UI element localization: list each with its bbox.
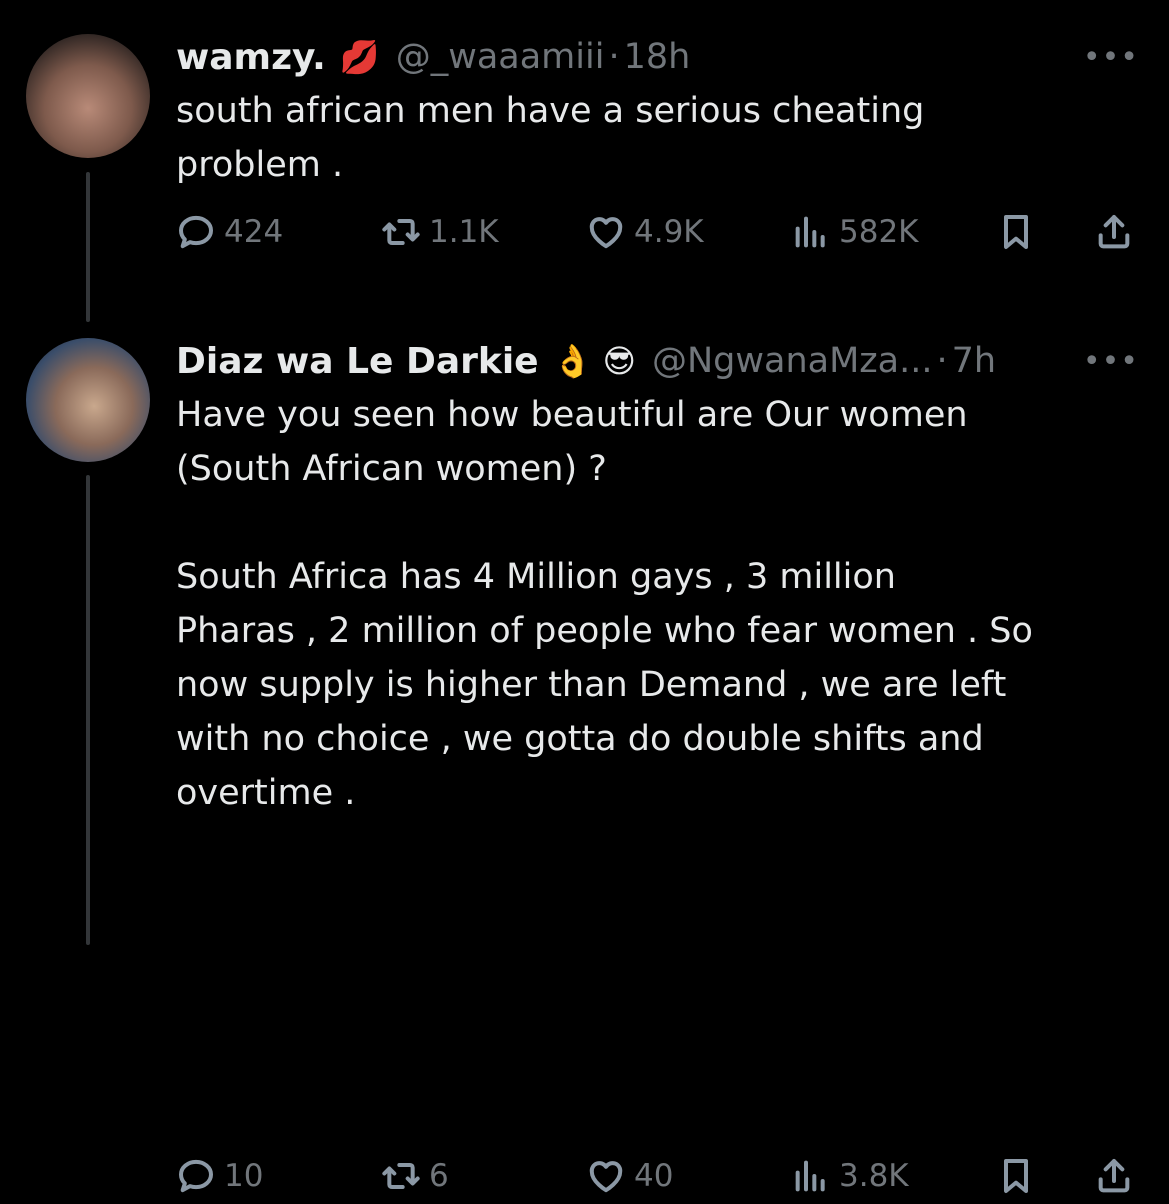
share-icon <box>1098 215 1130 249</box>
retweet-count: 1.1K <box>429 214 499 250</box>
retweet-icon <box>382 1163 420 1189</box>
tweet[interactable]: wamzy. 💋 @_waaamiii · 18h ••• south afri… <box>0 0 1169 322</box>
bookmark-icon <box>1004 215 1028 249</box>
avatar[interactable] <box>26 338 150 462</box>
views-icon <box>795 1160 825 1192</box>
bookmark-button[interactable] <box>996 212 1036 252</box>
thread-line <box>86 475 90 945</box>
like-count: 4.9K <box>634 214 704 250</box>
like-count: 40 <box>634 1158 674 1194</box>
share-icon <box>1098 1159 1130 1193</box>
reply-count: 10 <box>224 1158 264 1194</box>
reply-count: 424 <box>224 214 284 250</box>
separator-dot: · <box>608 37 620 77</box>
retweet-button[interactable]: 6 <box>381 1156 449 1196</box>
display-name[interactable]: wamzy. <box>176 37 326 78</box>
tweet[interactable]: Diaz wa Le Darkie 👌 😎 @NgwanaMza... · 7h… <box>0 320 1169 1194</box>
share-button[interactable] <box>1094 212 1134 252</box>
handle[interactable]: @_waaamiii <box>396 37 605 77</box>
tweet-content: Diaz wa Le Darkie 👌 😎 @NgwanaMza... · 7h… <box>176 334 1139 820</box>
more-options-icon[interactable]: ••• <box>1083 344 1139 379</box>
retweet-count: 6 <box>429 1158 449 1194</box>
share-button[interactable] <box>1094 1156 1134 1196</box>
views-button[interactable]: 582K <box>791 212 919 252</box>
handle[interactable]: @NgwanaMza... <box>652 341 933 381</box>
timestamp[interactable]: 18h <box>624 37 691 77</box>
more-options-icon[interactable]: ••• <box>1083 40 1139 75</box>
heart-icon <box>589 1161 623 1193</box>
retweet-button[interactable]: 1.1K <box>381 212 499 252</box>
views-button[interactable]: 3.8K <box>791 1156 909 1196</box>
thread-line <box>86 172 90 322</box>
reply-button[interactable]: 424 <box>176 212 283 252</box>
reply-icon <box>179 1159 213 1193</box>
retweet-icon <box>382 219 420 245</box>
heart-icon <box>589 217 623 249</box>
tweet-actions: 10 6 40 3.8K <box>176 1156 1139 1204</box>
avatar[interactable] <box>26 34 150 158</box>
tweet-header: Diaz wa Le Darkie 👌 😎 @NgwanaMza... · 7h <box>176 334 1139 388</box>
name-emoji: 👌 😎 <box>552 342 636 380</box>
timestamp[interactable]: 7h <box>952 341 996 381</box>
tweet-content: wamzy. 💋 @_waaamiii · 18h ••• south afri… <box>176 30 1139 192</box>
tweet-header: wamzy. 💋 @_waaamiii · 18h <box>176 30 1139 84</box>
reply-icon <box>179 215 213 249</box>
display-name[interactable]: Diaz wa Le Darkie <box>176 341 539 382</box>
bookmark-button[interactable] <box>996 1156 1036 1196</box>
tweet-text: south african men have a serious cheatin… <box>176 91 925 185</box>
views-count: 3.8K <box>839 1158 909 1194</box>
reply-button[interactable]: 10 <box>176 1156 263 1196</box>
separator-dot: · <box>936 341 948 381</box>
tweet-text: Have you seen how beautiful are Our wome… <box>176 395 1033 813</box>
tweet-actions: 424 1.1K 4.9K 582K <box>176 212 1139 260</box>
bookmark-icon <box>1004 1159 1028 1193</box>
like-button[interactable]: 4.9K <box>586 212 704 252</box>
views-icon <box>795 216 825 248</box>
views-count: 582K <box>839 214 919 250</box>
name-emoji: 💋 <box>339 38 380 76</box>
like-button[interactable]: 40 <box>586 1156 673 1196</box>
